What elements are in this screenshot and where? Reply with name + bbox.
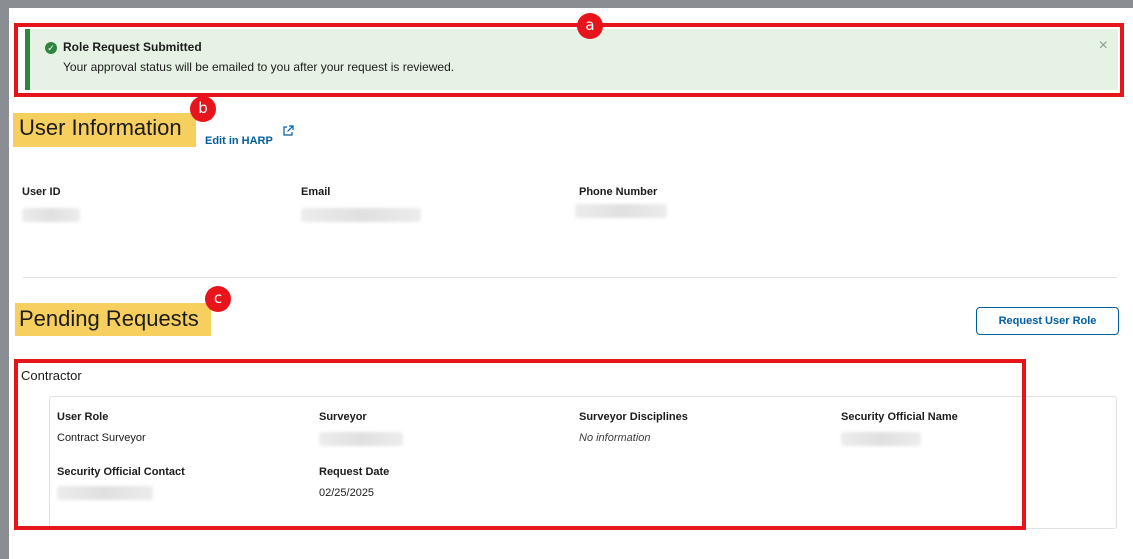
annotation-box-card [14, 359, 1026, 530]
phone-number-value-redacted [575, 204, 667, 218]
email-label: Email [301, 186, 331, 198]
pending-requests-title: Pending Requests [19, 306, 199, 331]
user-info-title: User Information [19, 115, 182, 140]
user-id-value-redacted [22, 208, 80, 222]
section-divider [23, 277, 1117, 278]
page-content: ✓ Role Request Submitted Your approval s… [9, 8, 1133, 559]
window-frame-top [0, 0, 1133, 8]
annotation-marker-c: c [205, 286, 231, 312]
email-value-redacted [301, 208, 421, 222]
annotation-marker-b: b [190, 96, 216, 122]
window-frame-left [0, 0, 9, 559]
annotation-marker-a: a [577, 13, 603, 39]
annotation-box-a [14, 23, 1124, 97]
external-link-icon[interactable] [282, 125, 294, 137]
user-id-label: User ID [22, 186, 61, 198]
request-user-role-button[interactable]: Request User Role [976, 307, 1119, 335]
phone-number-label: Phone Number [579, 186, 658, 198]
edit-in-harp-link[interactable]: Edit in HARP [205, 135, 273, 147]
